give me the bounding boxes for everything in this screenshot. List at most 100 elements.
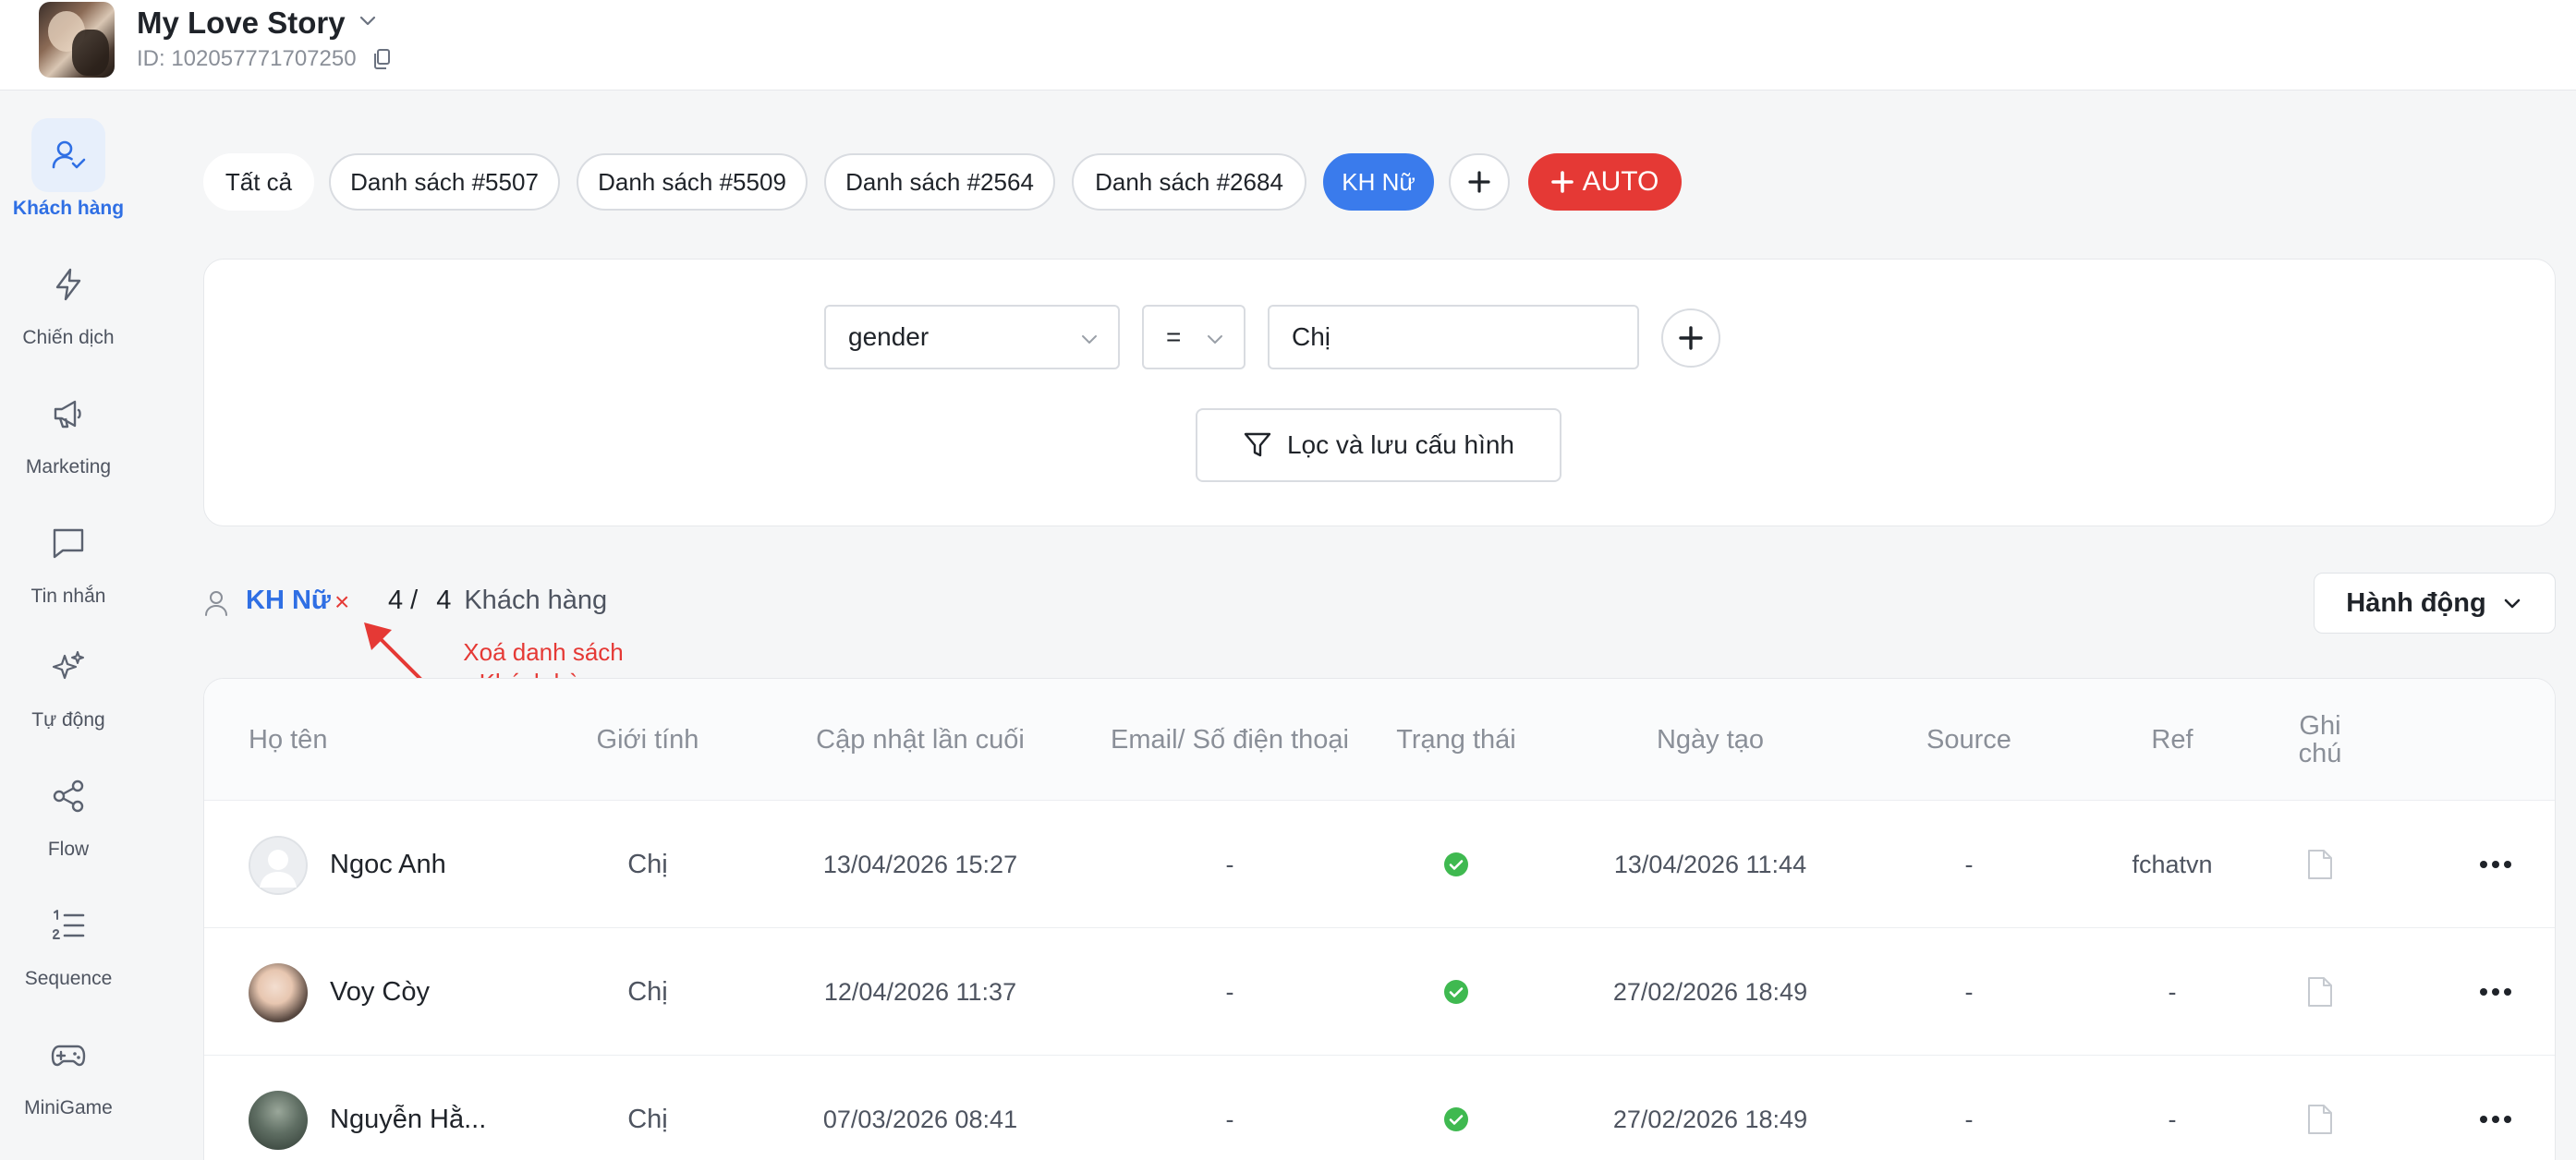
row-menu-button[interactable]: [2459, 928, 2533, 1056]
table-row[interactable]: Ngoc Anh Chị 13/04/2026 15:27 - 13/04/20…: [204, 801, 2555, 928]
sidebar: Khách hàng Chiến dịch Marketing Tin nhắn…: [0, 91, 137, 1160]
person-icon: [205, 591, 227, 616]
filter-panel: [203, 259, 2556, 526]
sidebar-item-label: Tin nhắn: [30, 586, 106, 607]
check-circle-icon: [1444, 1107, 1468, 1131]
customer-updated: 07/03/2026 08:41: [822, 1105, 1018, 1133]
more-horizontal-icon[interactable]: [2479, 1115, 2512, 1124]
avatar[interactable]: [249, 963, 308, 1022]
filter-value-text: Chị: [1292, 322, 1331, 351]
customer-source: -: [1964, 850, 1974, 878]
customer-contact: -: [1225, 1105, 1234, 1133]
filter-save-label: Lọc và lưu cấu hình: [1286, 430, 1514, 459]
annotation-line-1: Xoá danh sách: [463, 638, 624, 666]
column-header-updated[interactable]: Cập nhật lần cuối: [768, 679, 1073, 801]
customer-name[interactable]: Voy Còy: [330, 928, 542, 1056]
note-icon[interactable]: [2306, 1104, 2334, 1135]
sidebar-item-label: Chiến dịch: [22, 327, 115, 348]
more-horizontal-icon[interactable]: [2479, 987, 2512, 997]
customer-gender: Chị: [627, 1104, 668, 1134]
sidebar-item-flow[interactable]: Flow: [0, 759, 137, 879]
sidebar-item-tu-dong[interactable]: Tự động: [0, 630, 137, 750]
megaphone-icon: [31, 377, 105, 451]
sidebar-item-minigame[interactable]: MiniGame: [0, 1018, 137, 1138]
tab-list-5509[interactable]: Danh sách #5509: [577, 153, 808, 211]
sidebar-item-label: Marketing: [25, 456, 112, 477]
sidebar-item-chien-dich[interactable]: Chiến dịch: [0, 248, 137, 368]
customer-updated: 13/04/2026 15:27: [822, 850, 1018, 878]
customer-gender: Chị: [627, 849, 668, 879]
sidebar-item-khach-hang[interactable]: Khách hàng: [0, 118, 137, 238]
filter-field-value: gender: [848, 322, 930, 351]
note-icon[interactable]: [2306, 976, 2334, 1008]
table-row[interactable]: Voy Còy Chị 12/04/2026 11:37 - 27/02/202…: [204, 928, 2555, 1056]
avatar[interactable]: [249, 836, 308, 895]
filter-operator-value: =: [1166, 322, 1182, 351]
note-cell[interactable]: [2283, 1056, 2357, 1160]
check-circle-icon: [1444, 852, 1468, 876]
auto-button-label: AUTO: [1582, 166, 1659, 197]
column-header-created[interactable]: Ngày tạo: [1572, 679, 1849, 801]
column-header-name[interactable]: Họ tên: [249, 679, 526, 801]
note-icon[interactable]: [2306, 849, 2334, 880]
sidebar-item-label: MiniGame: [24, 1097, 113, 1118]
customer-contact: -: [1225, 977, 1234, 1006]
sidebar-item-label: Flow: [47, 839, 90, 860]
add-condition-button[interactable]: [1661, 308, 1720, 368]
plus-icon: [1679, 326, 1703, 350]
tab-list-2564[interactable]: Danh sách #2564: [824, 153, 1055, 211]
current-list-name[interactable]: KH Nữ: [246, 586, 331, 616]
customer-name[interactable]: Ngoc Anh: [330, 801, 542, 928]
row-menu-button[interactable]: [2459, 1056, 2533, 1160]
filter-operator-select[interactable]: =: [1142, 305, 1245, 369]
add-list-button[interactable]: [1449, 153, 1510, 211]
row-menu-button[interactable]: [2459, 801, 2533, 928]
note-cell[interactable]: [2283, 801, 2357, 928]
tab-list-5507[interactable]: Danh sách #5507: [329, 153, 560, 211]
tab-kh-nu[interactable]: KH Nữ: [1323, 153, 1434, 211]
filter-field-select[interactable]: gender: [824, 305, 1120, 369]
avatar[interactable]: [249, 1091, 308, 1150]
page-title[interactable]: My Love Story: [137, 6, 346, 41]
column-header-status[interactable]: Trạng thái: [1387, 679, 1525, 801]
numbered-list-icon: [31, 888, 105, 962]
more-horizontal-icon[interactable]: [2479, 860, 2512, 869]
column-header-ref[interactable]: Ref: [2080, 679, 2265, 801]
customer-created: 27/02/2026 18:49: [1612, 977, 1808, 1006]
column-header-gender[interactable]: Giới tính: [555, 679, 740, 801]
sidebar-item-tin-nhan[interactable]: Tin nhắn: [0, 506, 137, 626]
page-id: ID: 102057771707250: [137, 46, 357, 71]
lightning-icon: [31, 248, 105, 321]
table-row[interactable]: Nguyễn Hằ... Chị 07/03/2026 08:41 - 27/0…: [204, 1056, 2555, 1160]
customer-updated: 12/04/2026 11:37: [823, 977, 1017, 1006]
filter-save-button[interactable]: Lọc và lưu cấu hình: [1196, 408, 1561, 482]
filter-value-input[interactable]: Chị: [1268, 305, 1639, 369]
customer-created: 13/04/2026 11:44: [1613, 850, 1807, 878]
tab-tat-ca[interactable]: Tất cả: [203, 153, 314, 211]
customer-gender: Chị: [627, 976, 668, 1007]
filter-icon: [1244, 432, 1271, 457]
auto-button[interactable]: AUTO: [1528, 153, 1682, 211]
tab-list-2684[interactable]: Danh sách #2684: [1072, 153, 1306, 211]
chevron-down-icon[interactable]: [357, 9, 379, 31]
copy-icon[interactable]: [371, 48, 392, 70]
chevron-down-icon: [1208, 335, 1222, 344]
actions-dropdown[interactable]: Hành động: [2314, 573, 2556, 634]
column-header-note[interactable]: Ghi chú: [2283, 679, 2357, 801]
customer-created: 27/02/2026 18:49: [1612, 1105, 1808, 1133]
sidebar-item-marketing[interactable]: Marketing: [0, 377, 137, 497]
customer-name[interactable]: Nguyễn Hằ...: [330, 1056, 542, 1160]
column-header-source[interactable]: Source: [1877, 679, 2061, 801]
chevron-down-icon: [1082, 335, 1097, 344]
status-cell: [1387, 1056, 1525, 1160]
sidebar-item-label: Tự động: [31, 709, 105, 731]
message-icon: [31, 506, 105, 580]
page-avatar[interactable]: [39, 2, 115, 78]
note-cell[interactable]: [2283, 928, 2357, 1056]
sidebar-item-sequence[interactable]: Sequence: [0, 888, 137, 1009]
user-check-icon: [31, 118, 105, 192]
remove-list-button[interactable]: ×: [334, 587, 349, 617]
column-header-contact[interactable]: Email/ Số điện thoại: [1110, 679, 1350, 801]
count-unit: Khách hàng: [464, 586, 608, 615]
status-cell: [1387, 928, 1525, 1056]
